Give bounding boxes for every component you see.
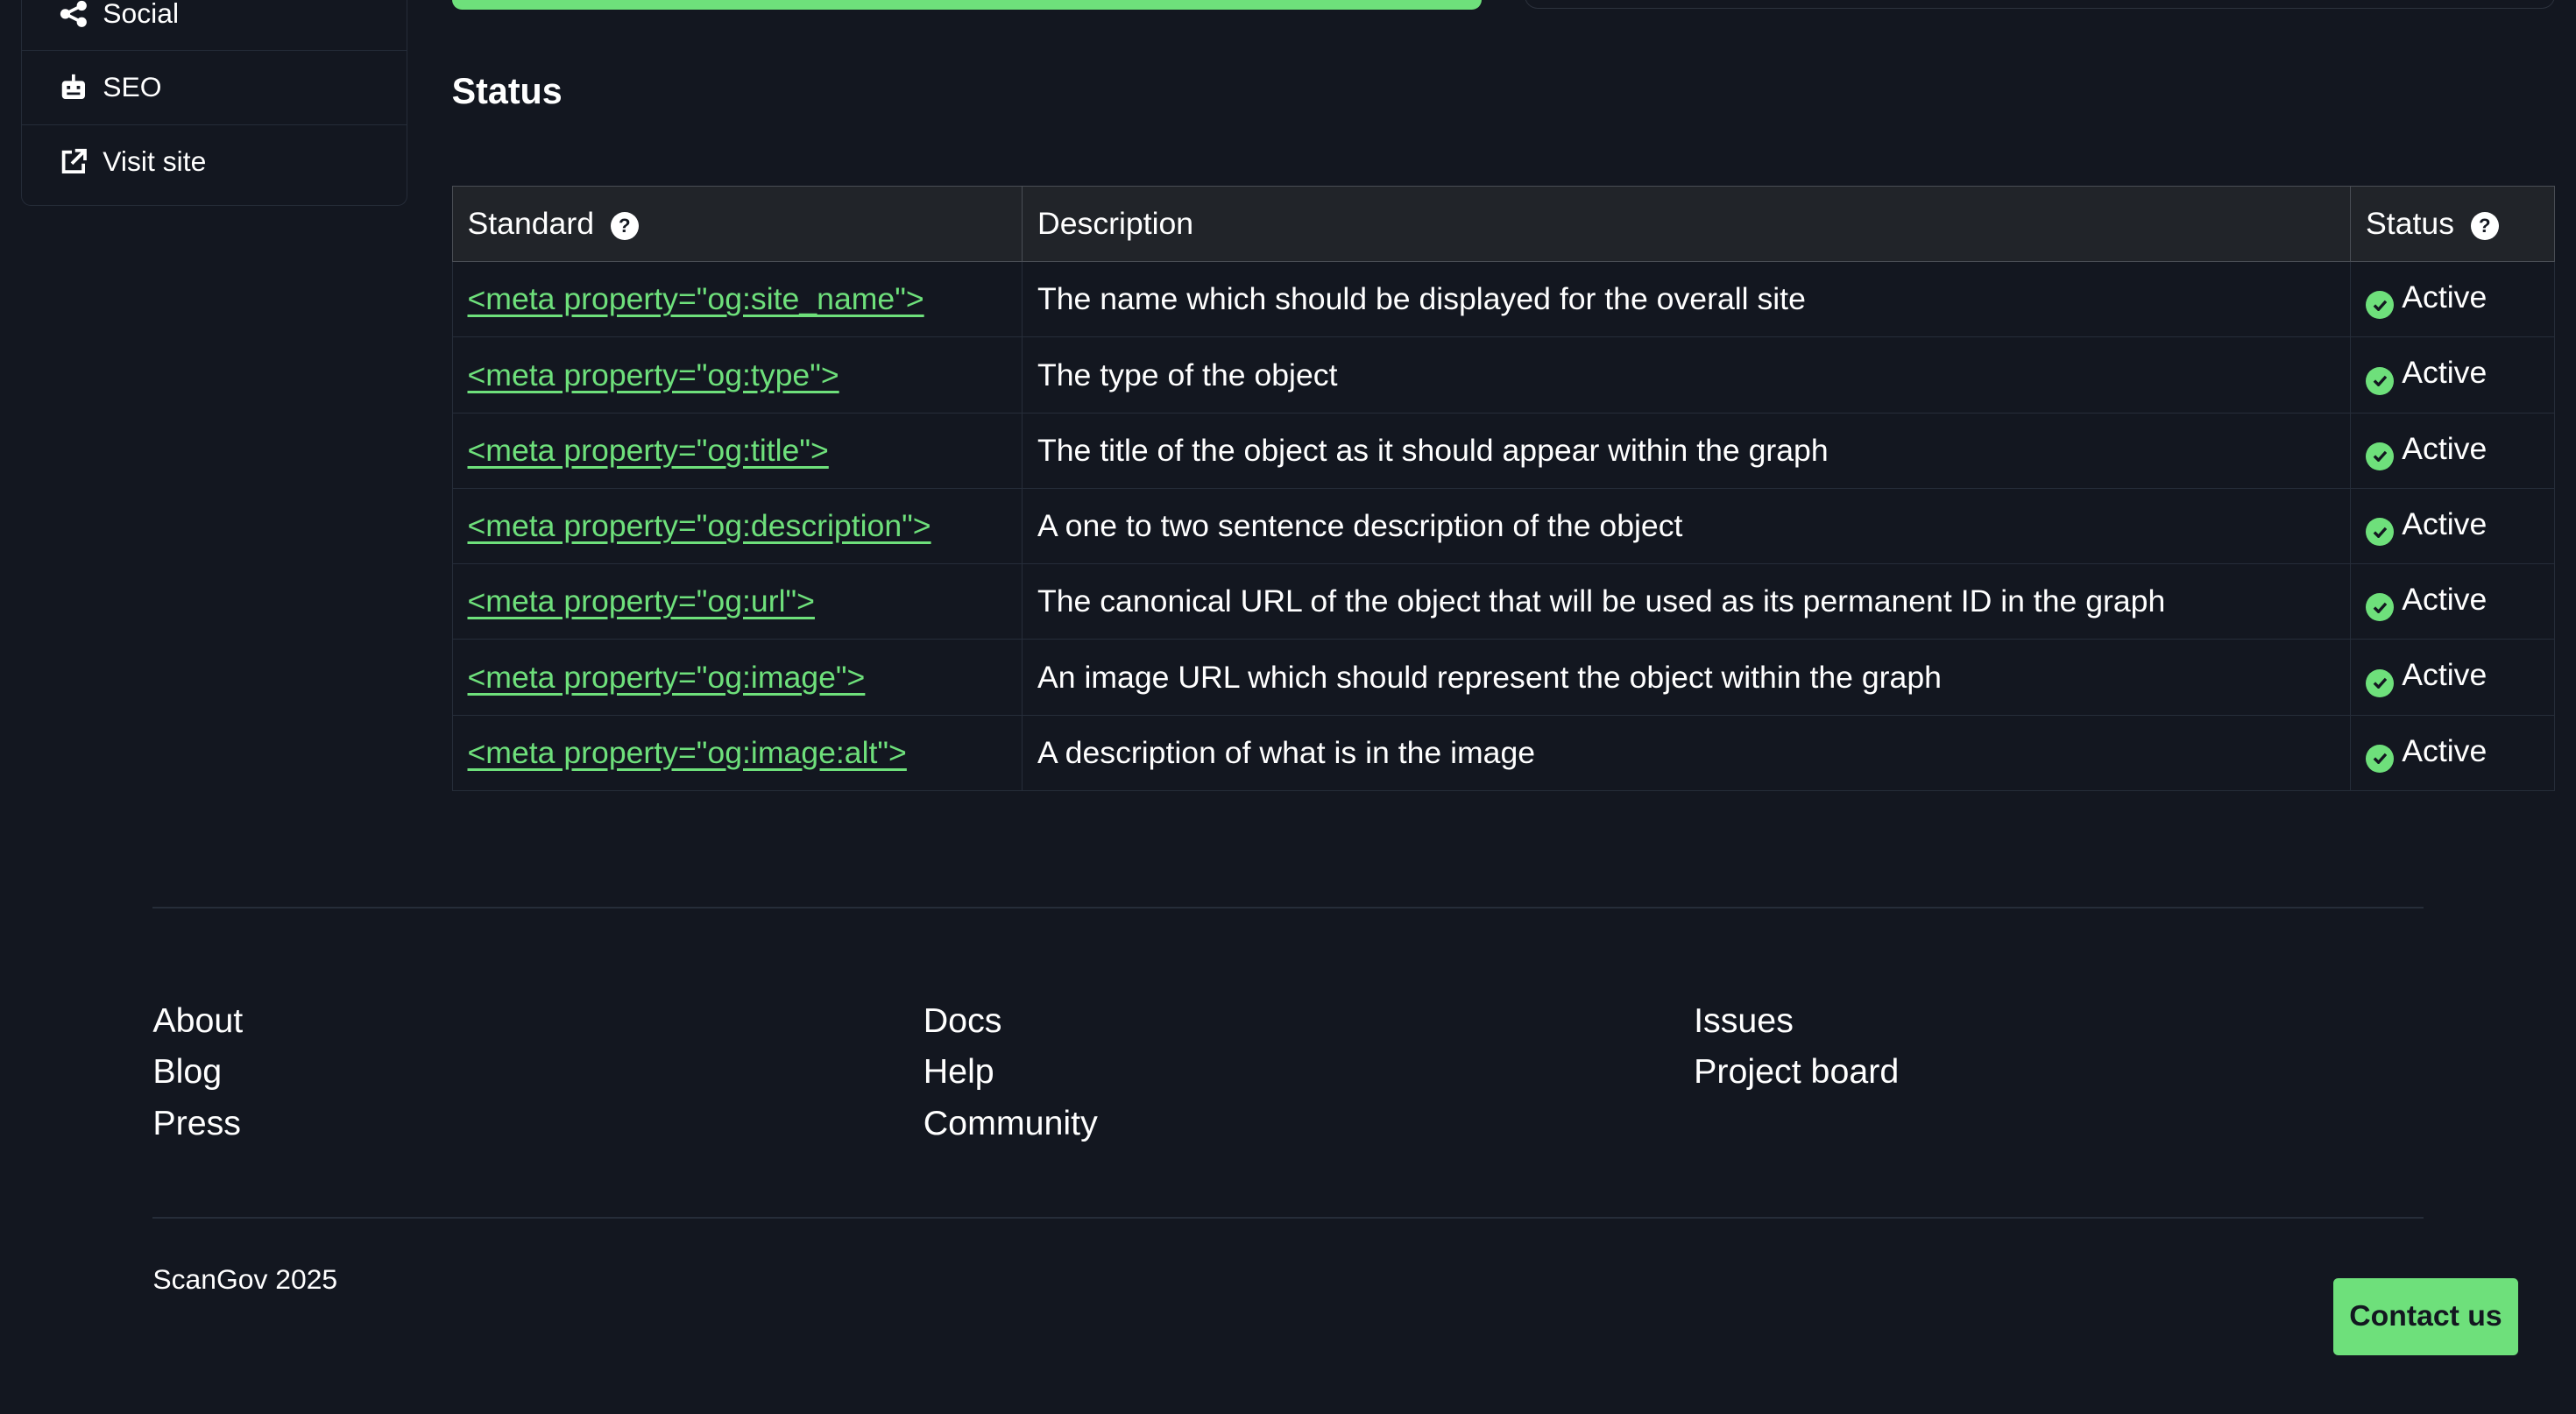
status-cell: Active <box>2350 261 2555 338</box>
table-row: <meta property="og:description"> A one t… <box>451 487 2555 565</box>
footer-link-press[interactable]: Press <box>152 1098 243 1149</box>
footer-column: About Blog Press <box>152 995 243 1148</box>
external-link-icon <box>61 148 87 173</box>
standard-link[interactable]: <meta property="og:title"> <box>468 433 829 468</box>
footer-link-blog[interactable]: Blog <box>152 1046 243 1097</box>
status-label: Active <box>2402 355 2488 391</box>
check-circle-icon <box>2366 744 2394 773</box>
footer-link-docs[interactable]: Docs <box>924 995 1098 1046</box>
sidebar-item-seo[interactable]: SEO <box>22 51 407 125</box>
status-cell: Active <box>2350 563 2555 640</box>
status-cell: Active <box>2350 639 2555 716</box>
status-cell: Active <box>2350 487 2555 565</box>
footer-link-about[interactable]: About <box>152 995 243 1046</box>
help-icon[interactable]: ? <box>610 212 639 241</box>
check-circle-icon <box>2366 442 2394 470</box>
footer-column: Issues Project board <box>1694 995 1899 1097</box>
table-row: <meta property="og:image:alt"> A descrip… <box>451 714 2555 791</box>
status-label: Active <box>2402 430 2488 466</box>
table-row: <meta property="og:site_name"> The name … <box>451 261 2555 338</box>
help-icon[interactable]: ? <box>2470 212 2499 241</box>
standards-table: Standard? Description Status? <meta prop… <box>451 185 2555 791</box>
standard-link[interactable]: <meta property="og:image"> <box>468 660 866 695</box>
header-standard: Standard? <box>451 185 1023 263</box>
check-circle-icon <box>2366 366 2394 395</box>
footer-column: Docs Help Community <box>924 995 1098 1148</box>
sidebar-item-visit-site[interactable]: Visit site <box>22 125 407 199</box>
table-row: <meta property="og:title"> The title of … <box>451 412 2555 489</box>
card <box>1525 0 2555 10</box>
standard-cell: <meta property="og:url"> <box>451 563 1023 640</box>
status-cell: Active <box>2350 336 2555 414</box>
header-label: Status <box>2366 206 2454 241</box>
footer-divider <box>152 1217 2424 1220</box>
standard-cell: <meta property="og:description"> <box>451 487 1023 565</box>
description-cell: A one to two sentence description of the… <box>1022 487 2352 565</box>
standard-link[interactable]: <meta property="og:site_name"> <box>468 281 924 316</box>
standard-cell: <meta property="og:type"> <box>451 336 1023 414</box>
standard-cell: <meta property="og:title"> <box>451 412 1023 489</box>
contact-us-button[interactable]: Contact us <box>2332 1277 2519 1355</box>
description-cell: The canonical URL of the object that wil… <box>1022 563 2352 640</box>
sidebar: Social SEO Visit site <box>21 0 408 207</box>
page: Social SEO Visit site Status Standard? D… <box>0 0 2576 1414</box>
header-label: Standard <box>467 206 595 241</box>
standard-link[interactable]: <meta property="og:type"> <box>468 357 839 392</box>
sidebar-item-label: Visit site <box>103 145 207 178</box>
check-circle-icon <box>2366 593 2394 622</box>
check-circle-icon <box>2366 518 2394 547</box>
footer-link-help[interactable]: Help <box>924 1046 1098 1097</box>
description-cell: The title of the object as it should app… <box>1022 412 2352 489</box>
table-row: <meta property="og:type"> The type of th… <box>451 336 2555 414</box>
status-label: Active <box>2402 506 2488 541</box>
status-cell: Active <box>2350 412 2555 489</box>
standard-cell: <meta property="og:image:alt"> <box>451 714 1023 791</box>
section-title: Status <box>451 70 563 111</box>
status-label: Active <box>2402 732 2488 768</box>
header-description: Description <box>1022 185 2352 263</box>
header-status: Status? <box>2350 185 2555 263</box>
status-cell: Active <box>2350 714 2555 791</box>
description-cell: A description of what is in the image <box>1022 714 2352 791</box>
check-circle-icon <box>2366 291 2394 320</box>
footer-link-project-board[interactable]: Project board <box>1694 1046 1899 1097</box>
standard-cell: <meta property="og:image"> <box>451 639 1023 716</box>
standard-link[interactable]: <meta property="og:image:alt"> <box>468 735 907 770</box>
robot-icon <box>61 74 85 99</box>
table-header-row: Standard? Description Status? <box>451 185 2555 263</box>
description-cell: The name which should be displayed for t… <box>1022 261 2352 338</box>
sidebar-item-social[interactable]: Social <box>22 0 407 52</box>
standard-link[interactable]: <meta property="og:url"> <box>468 583 815 619</box>
header-label: Description <box>1037 206 1194 241</box>
copyright: ScanGov 2025 <box>152 1262 338 1295</box>
standard-cell: <meta property="og:site_name"> <box>451 261 1023 338</box>
footer-divider <box>152 907 2424 908</box>
footer-link-issues[interactable]: Issues <box>1694 995 1899 1046</box>
sidebar-item-label: SEO <box>103 71 162 103</box>
footer-link-community[interactable]: Community <box>924 1098 1098 1149</box>
share-icon <box>60 0 87 27</box>
status-label: Active <box>2402 657 2488 693</box>
standard-link[interactable]: <meta property="og:description"> <box>468 508 931 543</box>
description-cell: An image URL which should represent the … <box>1022 639 2352 716</box>
progress-bar <box>451 0 1483 11</box>
sidebar-item-label: Social <box>103 0 180 29</box>
description-cell: The type of the object <box>1022 336 2352 414</box>
table-row: <meta property="og:image"> An image URL … <box>451 639 2555 716</box>
check-circle-icon <box>2366 668 2394 697</box>
status-label: Active <box>2402 279 2488 315</box>
status-label: Active <box>2402 582 2488 618</box>
table-row: <meta property="og:url"> The canonical U… <box>451 563 2555 640</box>
